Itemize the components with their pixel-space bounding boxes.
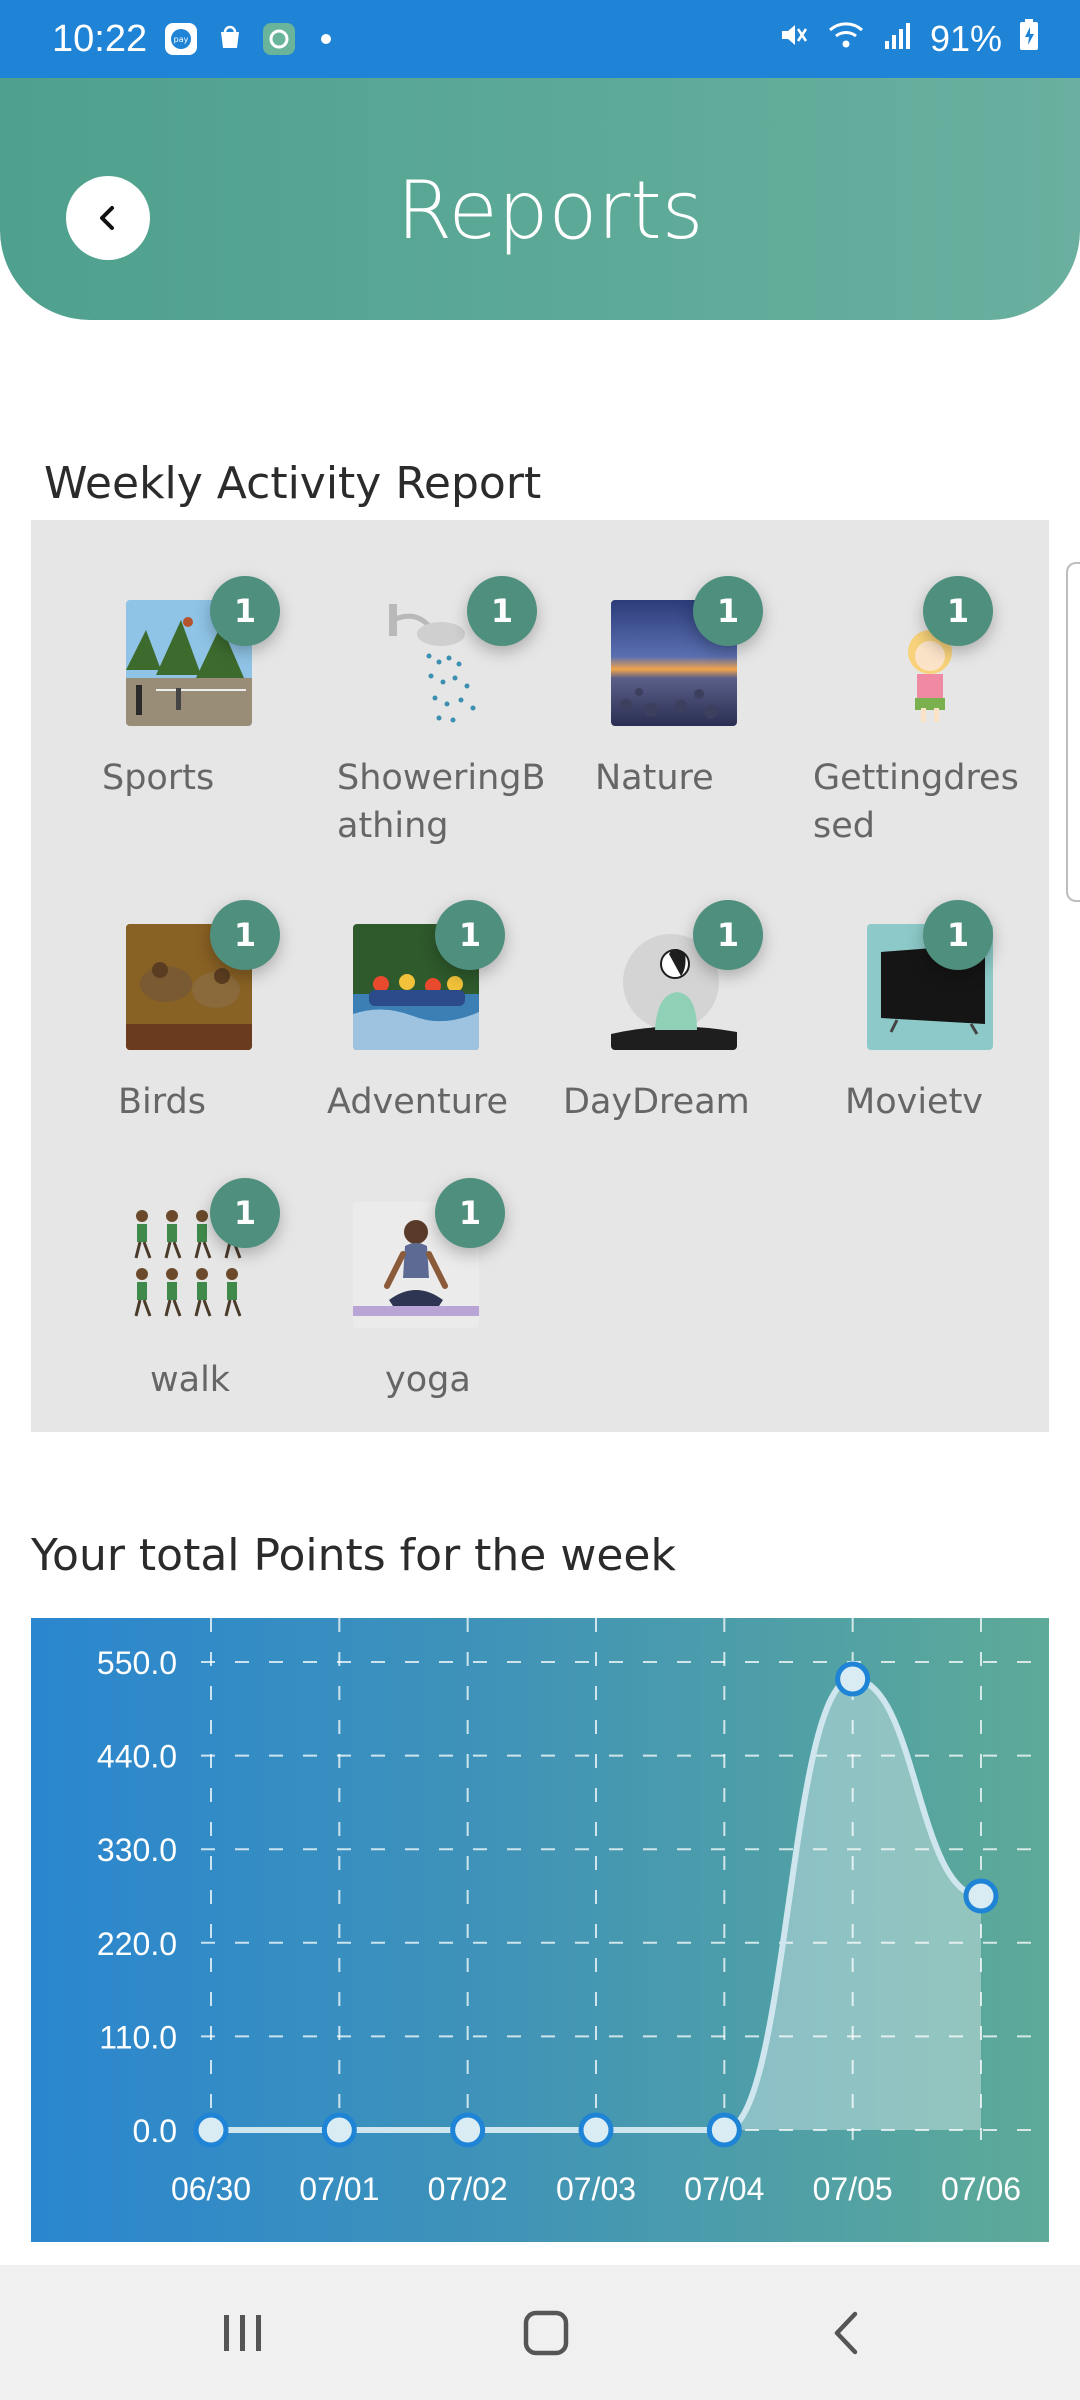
- x-tick-label: 06/30: [171, 2171, 251, 2207]
- scroll-indicator[interactable]: [1066, 562, 1080, 902]
- activity-count-badge: 1: [210, 576, 280, 646]
- back-icon: [834, 2311, 858, 2354]
- activity-label: Gettingdres sed: [813, 758, 1019, 846]
- app-icon: [263, 23, 296, 55]
- status-time: 10:22: [52, 17, 148, 60]
- status-left: 10:22 pay: [52, 17, 332, 61]
- activity-label: Adventure: [327, 1082, 509, 1122]
- x-tick-label: 07/06: [941, 2171, 1021, 2207]
- navigation-bar: [0, 2265, 1080, 2400]
- nav-back-button[interactable]: [787, 2265, 907, 2400]
- x-tick-label: 07/01: [299, 2171, 379, 2207]
- activity-label: Movietv: [845, 1082, 984, 1122]
- signal-icon: [882, 18, 914, 60]
- activity-count-badge: 1: [210, 1178, 280, 1248]
- x-tick-label: 07/02: [428, 2171, 508, 2207]
- activity-label: Nature: [595, 758, 714, 798]
- header-banner: Reports: [0, 78, 1080, 320]
- activity-tile-showering[interactable]: 1 ShoweringB athing: [305, 558, 546, 858]
- battery-charging-icon: [1018, 18, 1040, 61]
- recents-button[interactable]: [183, 2265, 303, 2400]
- x-tick-label: 07/05: [813, 2171, 893, 2207]
- svg-text:pay: pay: [174, 35, 189, 44]
- activity-tile-movietv[interactable]: 1 Movietv: [803, 882, 1033, 1122]
- recents-icon: [224, 2314, 261, 2351]
- activity-count-badge: 1: [435, 1178, 505, 1248]
- activity-panel: 1 Sports 1 ShoweringB athing 1 Nature 1 …: [31, 520, 1049, 1432]
- activity-tile-adventure[interactable]: 1 Adventure: [305, 882, 535, 1122]
- status-bar: 10:22 pay 91%: [0, 0, 1080, 78]
- home-button[interactable]: [486, 2265, 606, 2400]
- y-tick-label: 550.0: [97, 1645, 177, 1681]
- data-point: [450, 2112, 486, 2148]
- data-point: [578, 2112, 614, 2148]
- activity-count-badge: 1: [467, 576, 537, 646]
- data-point: [963, 1878, 999, 1914]
- activity-count-badge: 1: [923, 576, 993, 646]
- activity-tile-gettingdressed[interactable]: 1 Gettingdres sed: [803, 558, 1033, 858]
- points-chart-svg: 0.0 110.0 220.0 330.0 440.0 550.0 06/30 07/01 07…: [97, 1618, 1031, 2207]
- shopping-bag-icon: [215, 22, 245, 56]
- home-icon: [523, 2310, 569, 2355]
- paytm-icon: pay: [165, 23, 198, 55]
- x-tick-label: 07/04: [684, 2171, 764, 2207]
- status-right: 91%: [776, 18, 1040, 61]
- activity-label: ShoweringB athing: [337, 758, 546, 846]
- battery-percent: 91%: [929, 18, 1002, 59]
- activity-tile-birds[interactable]: 1 Birds: [62, 882, 292, 1122]
- data-point: [321, 2112, 357, 2148]
- page-title: Reports: [396, 164, 704, 257]
- y-tick-label: 0.0: [133, 2113, 177, 2149]
- weekly-report-title: Weekly Activity Report: [44, 458, 542, 509]
- activity-count-badge: 1: [923, 900, 993, 970]
- points-chart: 0.0 110.0 220.0 330.0 440.0 550.0 06/30 07/01 07…: [31, 1618, 1049, 2242]
- activity-count-badge: 1: [693, 576, 763, 646]
- activity-count-badge: 1: [210, 900, 280, 970]
- data-point: [193, 2112, 229, 2148]
- y-tick-label: 440.0: [97, 1739, 177, 1775]
- activity-label: DayDream: [563, 1082, 750, 1122]
- y-tick-label: 110.0: [99, 2019, 177, 2055]
- activity-count-badge: 1: [693, 900, 763, 970]
- activity-tile-daydream[interactable]: 1 DayDream: [563, 882, 793, 1122]
- x-tick-label: 07/03: [556, 2171, 636, 2207]
- activity-tile-walk[interactable]: 1 walk: [62, 1160, 292, 1400]
- activity-label: yoga: [385, 1360, 471, 1400]
- y-tick-label: 330.0: [97, 1832, 177, 1868]
- y-tick-label: 220.0: [97, 1926, 177, 1962]
- activity-tile-nature[interactable]: 1 Nature: [563, 558, 793, 858]
- activity-count-badge: 1: [435, 900, 505, 970]
- wifi-icon: [826, 18, 866, 61]
- activity-tile-yoga[interactable]: 1 yoga: [305, 1160, 535, 1400]
- activity-tile-sports[interactable]: 1 Sports: [62, 558, 292, 858]
- notification-dot-icon: [321, 34, 332, 44]
- data-point: [835, 1661, 871, 1697]
- data-point: [706, 2112, 742, 2148]
- mute-icon: [776, 18, 810, 61]
- points-title: Your total Points for the week: [31, 1530, 676, 1581]
- activity-label: Sports: [102, 758, 215, 798]
